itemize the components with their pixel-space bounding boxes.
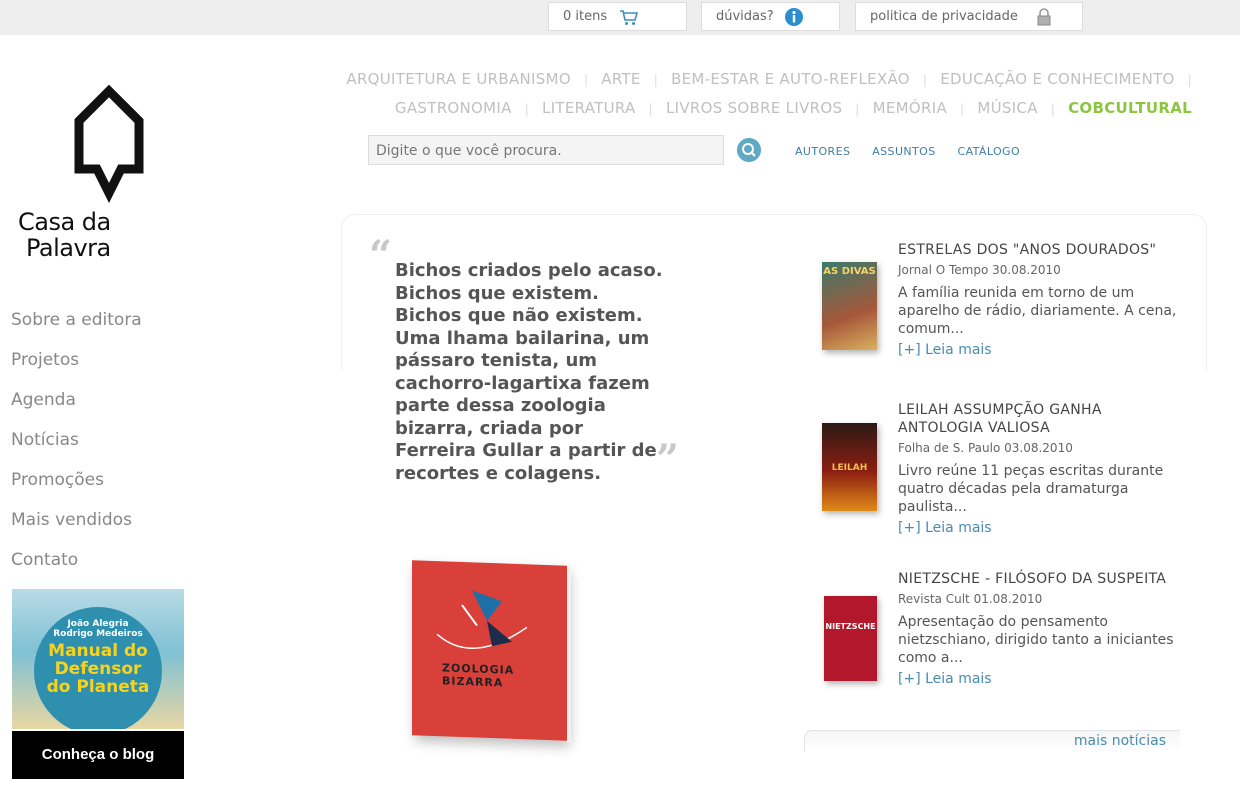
nav-promocoes[interactable]: Promoções (11, 470, 142, 510)
promo-book-image: João Alegria Rodrigo Medeiros Manual do … (12, 589, 184, 729)
top-bar: 0 itens dúvidas? politica de privacidade (0, 0, 1240, 35)
open-quote-icon: “ (369, 232, 393, 279)
news-item-3: NIETZSCHE - FILÓSOFO DA SUSPEITA Revista… (898, 570, 1188, 688)
promo-title-2: Defensor (54, 659, 142, 679)
logo-line-1: Casa da (18, 208, 111, 236)
more-news-bar: mais notícias (804, 730, 1180, 752)
category-arquitetura[interactable]: ARQUITETURA E URBANISMO (346, 70, 571, 88)
logo-line-2: Palavra (26, 234, 111, 262)
category-livros-sobre-livros[interactable]: LIVROS SOBRE LIVROS (666, 99, 842, 117)
news-item-2: LEILAH ASSUMPÇÃO GANHA ANTOLOGIA VALIOSA… (898, 401, 1188, 537)
privacy-link[interactable]: politica de privacidade (855, 2, 1083, 31)
category-literatura[interactable]: LITERATURA (542, 99, 636, 117)
nav-agenda[interactable]: Agenda (11, 390, 142, 430)
site-logo[interactable]: Casa da Palavra (18, 85, 158, 261)
book-illustration (436, 590, 528, 649)
lock-icon (1037, 8, 1051, 26)
category-nav: ARQUITETURA E URBANISMO | ARTE | BEM-ESTAR E… (346, 70, 1192, 117)
news-more-link-1[interactable]: [+] Leia mais (898, 341, 1188, 359)
shopping-cart-icon (620, 10, 639, 25)
news-thumb-3[interactable]: NIETZSCHE (824, 596, 877, 681)
more-news-link[interactable]: mais notícias (1074, 733, 1166, 749)
news-more-link-3[interactable]: [+] Leia mais (898, 670, 1188, 688)
blog-button[interactable]: Conheça o blog (12, 731, 184, 779)
category-gastronomia[interactable]: GASTRONOMIA (395, 99, 512, 117)
news-title-2[interactable]: LEILAH ASSUMPÇÃO GANHA ANTOLOGIA VALIOSA (898, 401, 1188, 437)
nav-projetos[interactable]: Projetos (11, 350, 142, 390)
news-thumb-2-text: LEILAH (831, 463, 868, 473)
news-source-1: Jornal O Tempo 30.08.2010 (898, 263, 1061, 277)
blog-promo[interactable]: João Alegria Rodrigo Medeiros Manual do … (12, 589, 184, 779)
news-more-link-2[interactable]: [+] Leia mais (898, 519, 1188, 537)
featured-quote: Bichos criados pelo acaso. Bichos que ex… (395, 260, 663, 484)
news-thumb-2[interactable]: LEILAH (822, 423, 877, 511)
category-musica[interactable]: MÚSICA (977, 99, 1037, 117)
cart-link[interactable]: 0 itens (548, 2, 687, 31)
news-title-1[interactable]: ESTRELAS DOS "ANOS DOURADOS" (898, 241, 1188, 259)
category-bem-estar[interactable]: BEM-ESTAR E AUTO-REFLEXÃO (671, 70, 910, 88)
category-memoria[interactable]: MEMÓRIA (873, 99, 947, 117)
search-input[interactable]: Digite o que você procura. (368, 135, 724, 165)
search-icon[interactable] (737, 138, 761, 162)
info-icon (785, 8, 803, 26)
featured-book-cover[interactable]: ZOOLOGIA BIZARRA (412, 560, 567, 741)
news-title-3[interactable]: NIETZSCHE - FILÓSOFO DA SUSPEITA (898, 570, 1188, 588)
sub-links: AUTORES ASSUNTOS CATÁLOGO (795, 145, 1038, 158)
nav-noticias[interactable]: Notícias (11, 430, 142, 470)
featured-book-title: ZOOLOGIA BIZARRA (442, 661, 515, 690)
house-logo-icon (74, 85, 144, 203)
news-excerpt-2: Livro reúne 11 peças escritas durante qu… (898, 463, 1164, 515)
nav-contato[interactable]: Contato (11, 550, 142, 590)
promo-authors: João Alegria Rodrigo Medeiros (53, 619, 143, 639)
news-thumb-3-text: NIETZSCHE (825, 622, 876, 631)
cart-label: 0 itens (563, 9, 608, 24)
news-source-2: Folha de S. Paulo 03.08.2010 (898, 441, 1073, 455)
category-arte[interactable]: ARTE (601, 70, 640, 88)
category-educacao[interactable]: EDUCAÇÃO E CONHECIMENTO (940, 70, 1174, 88)
privacy-label: politica de privacidade (870, 9, 1018, 24)
nav-mais-vendidos[interactable]: Mais vendidos (11, 510, 142, 550)
close-quote-icon: ” (656, 436, 680, 483)
help-link[interactable]: dúvidas? (701, 2, 840, 31)
link-autores[interactable]: AUTORES (795, 145, 850, 158)
help-label: dúvidas? (716, 9, 774, 24)
link-catalogo[interactable]: CATÁLOGO (958, 145, 1021, 158)
promo-title-3: do Planeta (46, 677, 150, 697)
news-thumb-1[interactable]: AS DIVAS (822, 262, 877, 350)
news-excerpt-3: Apresentação do pensamento nietzschiano,… (898, 614, 1174, 666)
category-cobcultural[interactable]: COBCULTURAL (1068, 99, 1192, 117)
logo-text: Casa da Palavra (18, 209, 158, 261)
news-excerpt-1: A família reunida em torno de um aparelh… (898, 285, 1177, 337)
news-item-1: ESTRELAS DOS "ANOS DOURADOS" Jornal O Te… (898, 241, 1188, 359)
promo-title-1: Manual do (48, 641, 148, 661)
nav-sobre-a-editora[interactable]: Sobre a editora (11, 310, 142, 350)
left-nav: Sobre a editora Projetos Agenda Notícias… (11, 310, 142, 590)
news-source-3: Revista Cult 01.08.2010 (898, 592, 1043, 606)
link-assuntos[interactable]: ASSUNTOS (872, 145, 935, 158)
news-thumb-1-text: AS DIVAS (823, 266, 876, 277)
